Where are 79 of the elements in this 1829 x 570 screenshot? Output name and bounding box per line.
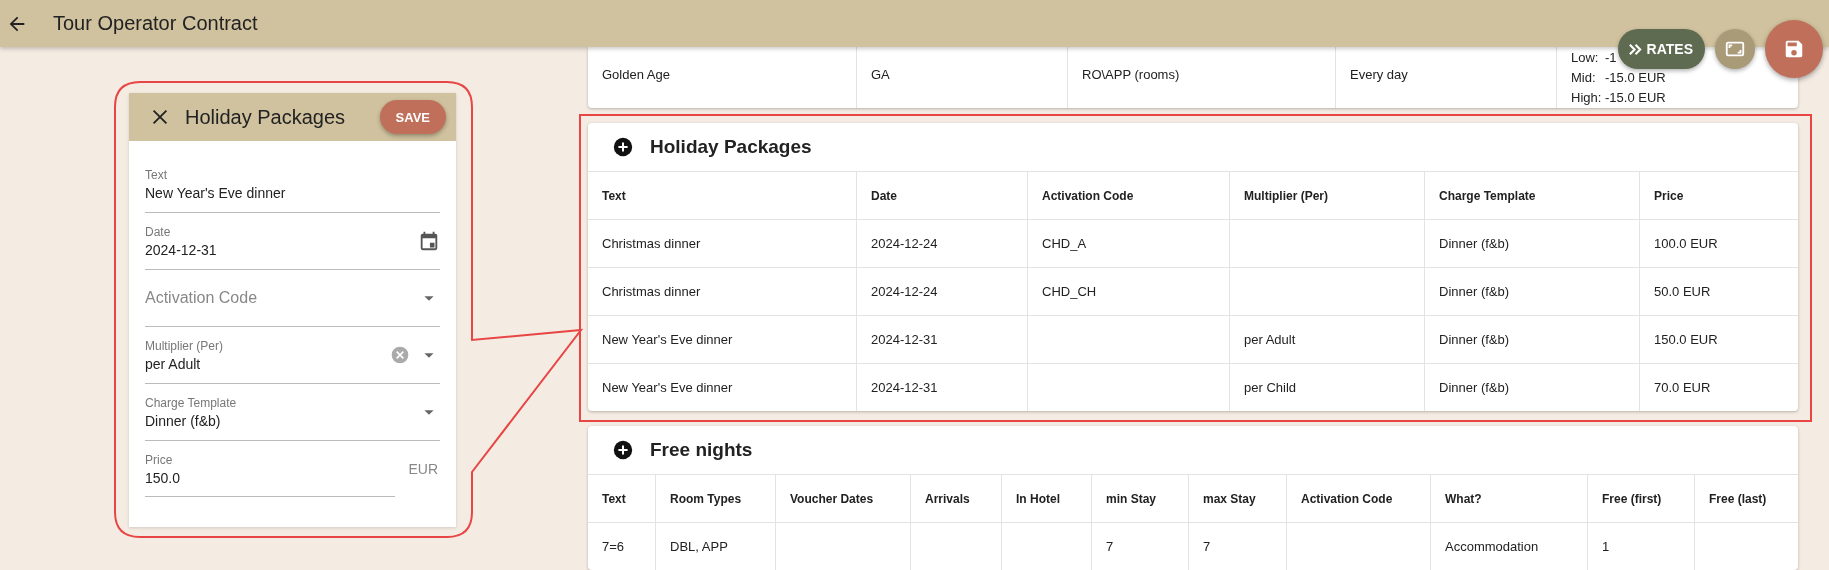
table-cell: 2024-12-31 (857, 363, 1028, 411)
table-cell: New Year's Eve dinner (588, 363, 857, 411)
table-cell: Dinner (f&b) (1425, 219, 1640, 267)
form-field[interactable]: Multiplier (Per) per Adult (145, 327, 440, 384)
add-circle-icon[interactable] (612, 136, 634, 158)
table-cell: 7 (1092, 522, 1189, 570)
table-cell: Accommodation (1431, 522, 1588, 570)
field-value: per Adult (145, 355, 201, 372)
table-cell: Golden Age (602, 67, 670, 82)
field-placeholder: Activation Code (145, 289, 258, 307)
column-header: Arrivals (911, 474, 1002, 522)
calendar-icon[interactable] (418, 230, 440, 252)
table-cell: Christmas dinner (588, 219, 857, 267)
table-cell: Dinner (f&b) (1425, 315, 1640, 363)
column-header: In Hotel (1002, 474, 1092, 522)
save-button[interactable]: SAVE (379, 100, 446, 134)
double-chevron-icon (1627, 41, 1643, 57)
field-value: Dinner (f&b) (145, 412, 221, 429)
column-header: Room Types (656, 474, 776, 522)
table-cell: New Year's Eve dinner (588, 315, 857, 363)
form-field[interactable]: Date 2024-12-31 (145, 213, 440, 270)
table-cell: 1 (1588, 522, 1695, 570)
editor-title: Holiday Packages (185, 105, 347, 129)
column-header: Free (last) (1695, 474, 1798, 522)
table-cell: Dinner (f&b) (1425, 363, 1640, 411)
table-cell: 100.0 EUR (1640, 219, 1798, 267)
field-label: Charge Template (145, 395, 237, 410)
rate-value: -15.0 EUR (1605, 89, 1666, 105)
form-field[interactable]: Activation Code (145, 270, 440, 327)
field-value: 150.0 (145, 469, 181, 486)
column-header: Activation Code (1028, 171, 1230, 219)
table-cell: CHD_CH (1028, 267, 1230, 315)
column-header: Voucher Dates (776, 474, 911, 522)
table-cell: 2024-12-24 (857, 267, 1028, 315)
table-cell: 7=6 (588, 522, 656, 570)
column-header: Date (857, 171, 1028, 219)
table-cell: 70.0 EUR (1640, 363, 1798, 411)
column-header: Text (588, 474, 656, 522)
field-label: Price (145, 452, 173, 467)
table-cell: 150.0 EUR (1640, 315, 1798, 363)
table-cell: 2024-12-31 (857, 315, 1028, 363)
field-label: Date (145, 224, 171, 239)
column-header: Activation Code (1287, 474, 1431, 522)
table-cell: 7 (1189, 522, 1287, 570)
section-title: Free nights (650, 439, 753, 461)
add-circle-icon[interactable] (612, 439, 634, 461)
column-header: Free (first) (1588, 474, 1695, 522)
column-header: Multiplier (Per) (1230, 171, 1425, 219)
table-cell: CHD_A (1028, 219, 1230, 267)
table-cell: RO\APP (rooms) (1082, 67, 1180, 82)
column-header: min Stay (1092, 474, 1189, 522)
field-value: 2024-12-31 (145, 241, 217, 258)
table-cell: GA (871, 67, 890, 82)
column-header: Text (588, 171, 857, 219)
rates-button[interactable]: RATES (1617, 29, 1705, 69)
column-header: What? (1431, 474, 1588, 522)
currency-suffix: EUR (408, 461, 438, 477)
field-label: Text (145, 167, 167, 182)
table-cell: per Child (1230, 363, 1425, 411)
table-cell: Every day (1350, 67, 1408, 82)
section-title: Holiday Packages (650, 136, 812, 158)
column-header: Price (1640, 171, 1798, 219)
table-cell: DBL, APP (656, 522, 776, 570)
rate-value: -15.0 EUR (1605, 69, 1666, 85)
column-header: max Stay (1189, 474, 1287, 522)
table-cell: 50.0 EUR (1640, 267, 1798, 315)
table-cell: 2024-12-24 (857, 219, 1028, 267)
rate-value: -1 (1605, 49, 1617, 65)
rate-label: Mid: (1571, 69, 1597, 85)
table-cell: Dinner (f&b) (1425, 267, 1640, 315)
rate-label: High: (1571, 89, 1603, 105)
page-title: Tour Operator Contract (53, 12, 258, 35)
table-cell: Christmas dinner (588, 267, 857, 315)
column-header: Charge Template (1425, 171, 1640, 219)
field-value: New Year's Eve dinner (145, 184, 286, 201)
table-cell: per Adult (1230, 315, 1425, 363)
form-field[interactable]: Text New Year's Eve dinner (145, 156, 440, 213)
rate-label: Low: (1571, 49, 1600, 65)
field-label: Multiplier (Per) (145, 338, 223, 353)
